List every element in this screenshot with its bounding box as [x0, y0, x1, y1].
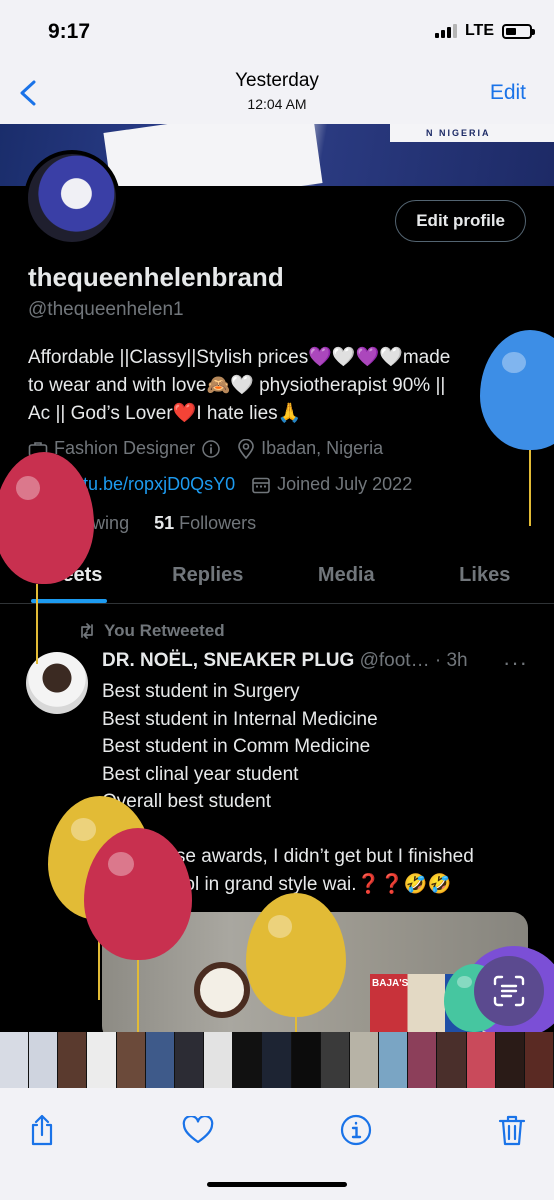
photo-thumbnail[interactable]: [87, 1032, 117, 1088]
photo-thumbnail[interactable]: [204, 1032, 234, 1088]
info-button[interactable]: [336, 1110, 376, 1150]
photo-thumbnail[interactable]: [116, 1032, 146, 1088]
balloon-string: [295, 1017, 297, 1033]
edit-profile-button[interactable]: Edit profile: [395, 200, 526, 242]
delete-button[interactable]: [492, 1110, 532, 1150]
tab-media[interactable]: Media: [277, 552, 416, 603]
tweet-time: · 3h: [434, 650, 468, 671]
photo-edit-button[interactable]: Edit: [490, 81, 526, 105]
photo-thumbnail[interactable]: [349, 1032, 380, 1088]
share-icon: [31, 1114, 53, 1146]
photo-thumbnail[interactable]: [495, 1032, 525, 1088]
info-icon: [340, 1114, 372, 1146]
tweet-author-name[interactable]: DR. NOËL, SNEAKER PLUG: [102, 650, 354, 671]
profile-display-name: thequeenhelenbrand: [28, 262, 284, 292]
photos-bottom-toolbar: [0, 1088, 554, 1200]
info-circle-icon[interactable]: [201, 439, 221, 459]
network-label: LTE: [464, 22, 494, 39]
photo-thumbnail[interactable]: [524, 1032, 554, 1088]
status-bar: 9:17 LTE: [0, 0, 554, 62]
share-button[interactable]: [22, 1110, 62, 1150]
photo-date: Yesterday 12:04 AM: [0, 70, 554, 112]
signal-icon: [434, 24, 457, 38]
banner-strip-text: N NIGERIA: [426, 128, 491, 138]
photo-thumbnail[interactable]: [29, 1032, 59, 1088]
followers-count: 51: [154, 513, 175, 533]
retweet-icon: [81, 623, 93, 639]
calendar-icon: [252, 477, 270, 493]
balloon-red: [84, 828, 192, 960]
books-label: BAJA'S: [372, 978, 409, 989]
followers-label: Followers: [179, 513, 257, 533]
ios-top-area: 9:17 LTE Yesterday 12:04 AM Edit: [0, 0, 554, 124]
trash-icon: [498, 1115, 526, 1146]
photo-thumbnail[interactable]: [262, 1032, 292, 1088]
balloon-string: [36, 584, 38, 664]
balloon-yellow: [246, 893, 346, 1017]
photo-thumbnail[interactable]: [145, 1032, 175, 1088]
photo-thumbnail[interactable]: [291, 1032, 321, 1088]
live-text-button[interactable]: [474, 956, 544, 1026]
photo-thumbnail-strip: [0, 1032, 554, 1088]
retweet-label: You Retweeted: [104, 621, 225, 640]
followers-link[interactable]: 51 Followers: [154, 513, 256, 533]
status-indicators: LTE: [434, 22, 535, 40]
heart-icon: [182, 1116, 214, 1144]
photo-date-title: Yesterday: [235, 70, 319, 91]
profile-location-label: Ibadan, Nigeria: [261, 438, 384, 458]
photo-navigation-bar: Yesterday 12:04 AM Edit: [0, 62, 554, 124]
tab-likes[interactable]: Likes: [416, 552, 554, 603]
profile-category-label: Fashion Designer: [54, 438, 196, 458]
photo-thumbnail[interactable]: [408, 1032, 438, 1088]
balloon-string: [137, 960, 139, 1032]
profile-avatar[interactable]: [24, 150, 120, 246]
tweet-header: DR. NOËL, SNEAKER PLUG @foot… · 3h: [102, 650, 468, 672]
profile-meta-row-1: Fashion Designer Ibadan, Nigeria: [28, 438, 399, 459]
photo-thumbnail[interactable]: [233, 1032, 263, 1088]
tweet-more-button[interactable]: ···: [503, 650, 528, 676]
photo-thumbnail[interactable]: [58, 1032, 88, 1088]
like-button[interactable]: [178, 1110, 218, 1150]
photo-thumbnail[interactable]: [174, 1032, 205, 1088]
clock-image: [194, 962, 250, 1018]
location-pin-icon: [238, 438, 254, 459]
photo-thumbnail[interactable]: [0, 1032, 30, 1088]
retweet-indicator: You Retweeted: [78, 621, 225, 641]
tweet-author-handle: @foot…: [359, 650, 430, 671]
photo-thumbnail[interactable]: [466, 1032, 496, 1088]
profile-location: Ibadan, Nigeria: [237, 438, 383, 459]
photo-thumbnail[interactable]: [320, 1032, 350, 1088]
profile-joined-label: Joined July 2022: [277, 474, 413, 494]
battery-icon: [502, 23, 535, 39]
balloon-red: [0, 452, 94, 584]
banner-card: [103, 124, 323, 186]
profile-joined: Joined July 2022: [251, 474, 412, 495]
balloon-string: [529, 450, 531, 526]
photo-thumbnail[interactable]: [437, 1032, 467, 1088]
tab-replies[interactable]: Replies: [139, 552, 278, 603]
home-indicator: [207, 1182, 347, 1187]
photo-thumbnail[interactable]: [379, 1032, 409, 1088]
profile-handle: @thequeenhelen1: [28, 299, 184, 320]
status-time: 9:17: [48, 20, 91, 43]
profile-bio: Affordable ||Classy||Stylish prices💜🤍💜🤍m…: [28, 347, 451, 424]
live-text-icon: [493, 975, 525, 1007]
photo-date-time: 12:04 AM: [247, 96, 307, 112]
